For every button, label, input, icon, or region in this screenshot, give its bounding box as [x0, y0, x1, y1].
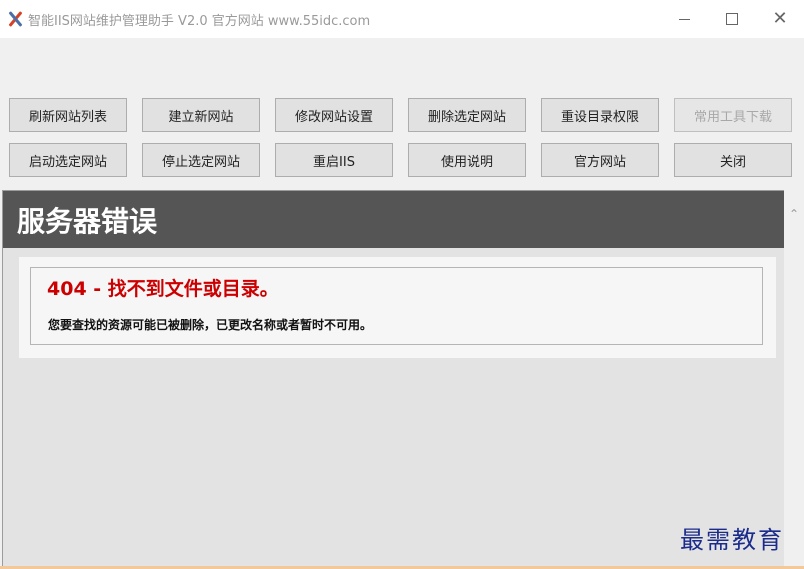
error-code-heading: 404 - 找不到文件或目录。 [47, 278, 279, 300]
official-site-button[interactable]: 官方网站 [541, 143, 659, 177]
maximize-icon [726, 13, 738, 25]
stop-site-button[interactable]: 停止选定网站 [142, 143, 260, 177]
maximize-button[interactable] [708, 0, 756, 38]
app-window: 智能IIS网站维护管理助手 V2.0 官方网站 www.55idc.com ✕ … [0, 0, 804, 569]
window-title: 智能IIS网站维护管理助手 V2.0 官方网站 www.55idc.com [28, 13, 371, 29]
window-controls: ✕ [660, 0, 804, 38]
restart-iis-button[interactable]: 重启IIS [275, 143, 393, 177]
close-icon: ✕ [772, 8, 788, 29]
scroll-up-icon[interactable]: ⌃ [788, 207, 800, 221]
app-logo-icon [6, 10, 24, 28]
error-description: 您要查找的资源可能已被删除，已更改名称或者暂时不可用。 [48, 318, 373, 332]
edit-site-settings-button[interactable]: 修改网站设置 [275, 98, 393, 132]
refresh-sites-button[interactable]: 刷新网站列表 [9, 98, 127, 132]
reset-permissions-button[interactable]: 重设目录权限 [541, 98, 659, 132]
error-fieldset: 404 - 找不到文件或目录。 您要查找的资源可能已被删除，已更改名称或者暂时不… [30, 267, 763, 345]
minimize-button[interactable] [660, 0, 708, 38]
create-site-button[interactable]: 建立新网站 [142, 98, 260, 132]
minimize-icon [678, 18, 690, 20]
close-app-button[interactable]: 关闭 [674, 143, 792, 177]
vertical-scrollbar[interactable]: ⌃ [784, 190, 804, 566]
help-button[interactable]: 使用说明 [408, 143, 526, 177]
error-content: 404 - 找不到文件或目录。 您要查找的资源可能已被删除，已更改名称或者暂时不… [19, 257, 776, 358]
close-button[interactable]: ✕ [756, 0, 804, 38]
server-error-header: 服务器错误 [3, 191, 784, 248]
delete-site-button[interactable]: 删除选定网站 [408, 98, 526, 132]
tools-download-button[interactable]: 常用工具下载 [674, 98, 792, 132]
watermark-logo: 最需教育 [680, 526, 784, 554]
start-site-button[interactable]: 启动选定网站 [9, 143, 127, 177]
web-browser-panel[interactable]: 服务器错误 404 - 找不到文件或目录。 您要查找的资源可能已被删除，已更改名… [2, 190, 784, 566]
title-bar: 智能IIS网站维护管理助手 V2.0 官方网站 www.55idc.com ✕ [0, 0, 804, 38]
